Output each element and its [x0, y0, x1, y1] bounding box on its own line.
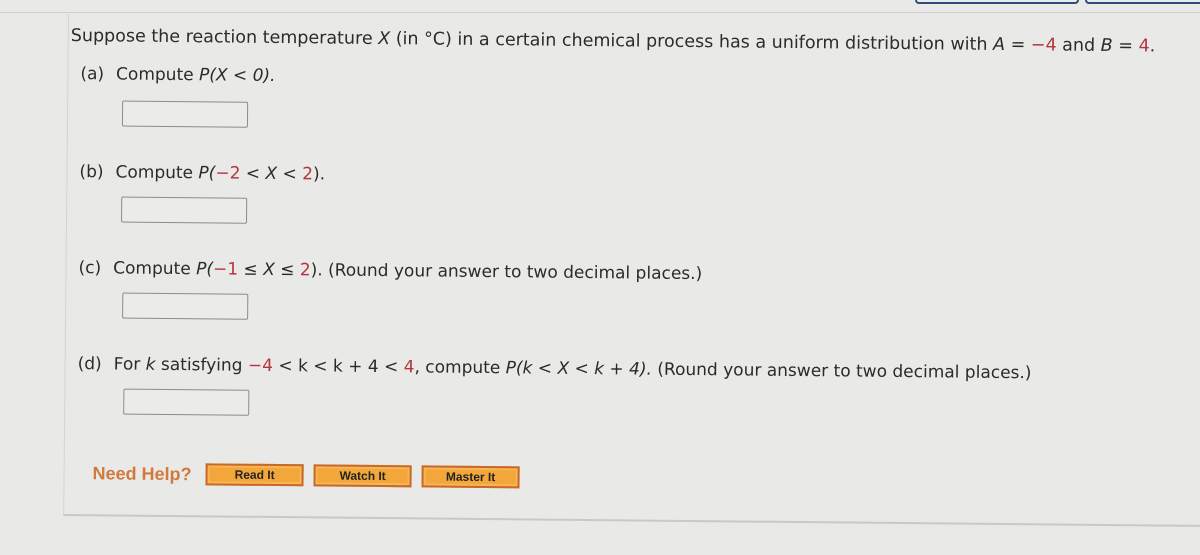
question-intro: Suppose the reaction temperature X (in °…: [70, 26, 1156, 57]
question-panel: Suppose the reaction temperature X (in °…: [63, 14, 1200, 527]
master-it-button[interactable]: Master It: [421, 465, 520, 489]
part-a-prompt: (a) Compute P(X < 0).: [80, 64, 276, 86]
part-d-answer-input[interactable]: [123, 388, 250, 416]
question: Suppose the reaction temperature X (in °…: [69, 14, 1200, 489]
top-tab-1[interactable]: [915, 0, 1079, 4]
watch-it-button[interactable]: Watch It: [313, 464, 412, 488]
part-a-answer-input[interactable]: [121, 100, 249, 128]
b-value: 4: [1138, 36, 1150, 57]
need-help-label: Need Help?: [92, 462, 192, 484]
part-b-answer-input[interactable]: [121, 196, 248, 224]
part-b-prompt: (b) Compute P(−2 < X < 2).: [79, 162, 326, 185]
need-help-bar: Need Help? Read It Watch It Master It: [92, 462, 529, 489]
a-value: −4: [1030, 35, 1057, 56]
top-tab-2[interactable]: [1085, 0, 1200, 4]
part-d-prompt: (d) For k satisfying −4 < k < k + 4 < 4, …: [77, 354, 1032, 384]
part-c-answer-input[interactable]: [122, 292, 249, 320]
top-divider: [0, 12, 1200, 13]
part-c-prompt: (c) Compute P(−1 ≤ X ≤ 2). (Round your an…: [78, 258, 703, 285]
read-it-button[interactable]: Read It: [205, 463, 304, 487]
